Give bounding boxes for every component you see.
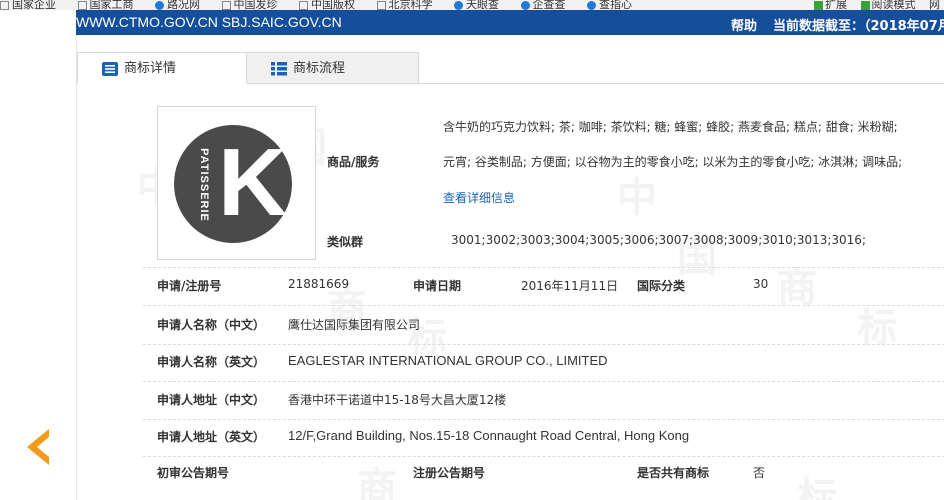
site-header: WWW.CTMO.GOV.CN SBJ.SAIC.GOV.CN 帮助 当前数据截… — [76, 10, 944, 35]
watermark-glyph: 商 — [357, 465, 397, 500]
page-icon — [520, 0, 530, 10]
reader-mode-button[interactable]: 阅读模式 — [860, 0, 916, 10]
address-cn-label: 申请人地址（中文） — [157, 393, 266, 407]
trademark-detail-panel: 中 国 商 标 中 国 商 标 商 标 商标详情 — [76, 35, 944, 500]
similar-group-value: 3001;3002;3003;3004;3005;3006;3007;3008;… — [451, 233, 866, 247]
bookmarks-left: 国家企业 国家工商 路况网 中国发珍 中国版权 北京科学 天眼查 企查查 查指心 — [0, 0, 650, 10]
bookmark-item[interactable]: 企查查 — [520, 0, 566, 10]
bookmark-item[interactable]: 北京科学 — [376, 0, 433, 10]
bookmark-item[interactable]: 国家企业 — [0, 0, 56, 10]
tab-label: 商标流程 — [293, 61, 346, 76]
page-icon — [376, 0, 386, 10]
applicant-en-label: 申请人名称（英文） — [157, 355, 266, 369]
page-icon — [587, 0, 596, 10]
page-icon — [221, 0, 231, 10]
extension-icon — [814, 0, 823, 10]
logo-letter: K — [218, 129, 288, 236]
page-icon — [77, 0, 87, 10]
prelim-pub-label: 初审公告期号 — [157, 466, 230, 480]
tab-label: 商标详情 — [124, 61, 177, 76]
bookmark-item[interactable]: 网 — [929, 0, 940, 10]
address-en-value: 12/F,Grand Building, Nos.15-18 Connaught… — [288, 428, 690, 443]
shared-label: 是否共有商标 — [637, 466, 710, 480]
back-arrow-icon[interactable] — [19, 427, 51, 467]
page-icon — [454, 0, 463, 10]
page-icon — [155, 0, 164, 10]
row-divider — [143, 456, 944, 457]
bookmarks-right: 扩展 阅读模式 网 — [804, 0, 940, 10]
bookmark-item[interactable]: 天眼查 — [454, 0, 499, 10]
bookmark-item[interactable]: 中国版权 — [299, 0, 355, 10]
row-divider — [143, 381, 944, 382]
reg-pub-label: 注册公告期号 — [413, 466, 486, 480]
bookmarks-bar: 国家企业 国家工商 路况网 中国发珍 中国版权 北京科学 天眼查 企查查 查指心… — [0, 0, 944, 10]
goods-line-2: 元宵; 谷类制品; 方便面; 以谷物为主的零食小吃; 以米为主的零食小吃; 冰淇… — [443, 155, 903, 169]
address-cn-value: 香港中环干诺道中15-18号大昌大厦12楼 — [288, 393, 507, 407]
page-icon — [299, 0, 308, 10]
help-link[interactable]: 帮助 — [731, 15, 757, 34]
site-domains: WWW.CTMO.GOV.CN SBJ.SAIC.GOV.CN — [76, 14, 342, 30]
data-date-notice: 当前数据截至：（2018年07月 — [773, 19, 944, 34]
applicant-cn-value: 鹰仕达国际集团有限公司 — [288, 318, 421, 332]
view-details-link[interactable]: 查看详细信息 — [443, 189, 515, 206]
intl-class-label: 国际分类 — [637, 279, 686, 293]
applicant-en-value: EAGLESTAR INTERNATIONAL GROUP CO., LIMIT… — [288, 353, 608, 368]
trademark-image[interactable]: K PATISSERIE — [157, 106, 316, 260]
similar-group-label: 类似群 — [327, 235, 364, 249]
bookmark-item[interactable]: 查指心 — [587, 0, 632, 10]
bookmark-item[interactable]: 国家工商 — [77, 0, 134, 10]
row-divider — [143, 344, 944, 345]
watermark-glyph: 中 — [617, 175, 657, 221]
bookmark-item[interactable]: 路况网 — [155, 0, 200, 10]
row-divider — [143, 267, 944, 268]
bookmark-item[interactable]: 中国发珍 — [221, 0, 278, 10]
row-divider — [143, 419, 944, 420]
logo-circle: K PATISSERIE — [174, 125, 292, 243]
goods-line-1: 含牛奶的巧克力饮料; 茶; 咖啡; 茶饮料; 糖; 蜂蜜; 蜂胶; 燕麦食品; … — [443, 120, 898, 134]
row-divider — [143, 305, 944, 306]
applicant-cn-label: 申请人名称（中文） — [157, 318, 266, 332]
detail-tabs: 商标详情 商标流程 — [77, 52, 944, 84]
watermark-glyph: 标 — [797, 475, 837, 500]
tab-trademark-flow[interactable]: 商标流程 — [247, 52, 419, 84]
app-date-label: 申请日期 — [413, 279, 462, 293]
shared-value: 否 — [753, 466, 766, 480]
list-icon — [102, 62, 118, 76]
intl-class-value: 30 — [753, 277, 769, 291]
tab-trademark-detail[interactable]: 商标详情 — [77, 52, 247, 84]
page-icon — [0, 0, 9, 10]
goods-label: 商品/服务 — [327, 155, 380, 169]
flow-icon — [271, 62, 287, 76]
reg-no-value: 21881669 — [288, 277, 350, 291]
reg-no-label: 申请/注册号 — [157, 279, 222, 293]
address-en-label: 申请人地址（英文） — [157, 430, 266, 444]
reader-icon — [860, 0, 870, 10]
logo-word: PATISSERIE — [198, 148, 210, 222]
app-date-value: 2016年11月11日 — [521, 279, 619, 293]
extensions-button[interactable]: 扩展 — [814, 0, 847, 10]
